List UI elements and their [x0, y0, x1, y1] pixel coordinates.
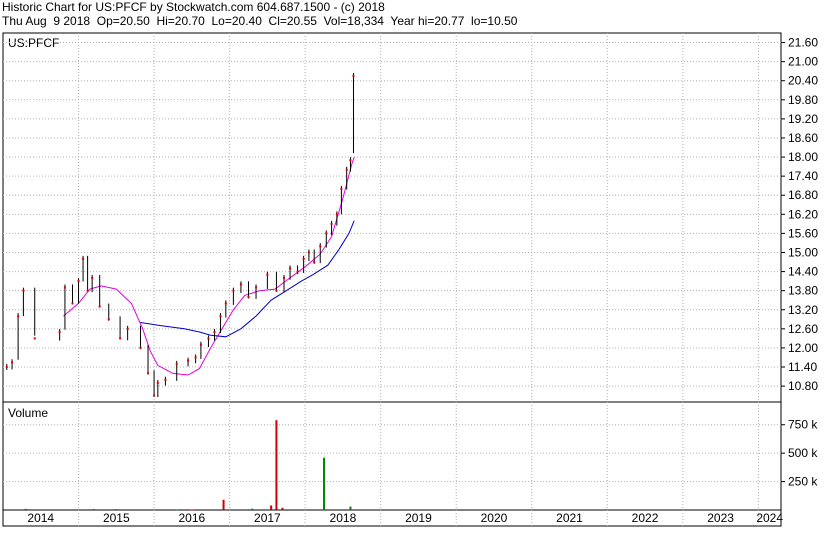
price-close-mark [58, 331, 61, 334]
price-close-mark [345, 168, 348, 171]
volume-bar [251, 508, 254, 510]
y-tick-label: 12.00 [788, 341, 818, 355]
y-tick-label: 16.80 [788, 188, 818, 202]
y-tick-label: 10.80 [788, 379, 818, 393]
volume-bar [175, 509, 178, 511]
price-close-mark [63, 286, 66, 289]
y-tick-label: 19.80 [788, 93, 818, 107]
y-tick-label: 15.00 [788, 245, 818, 259]
volume-panel-frame [2, 401, 782, 511]
volume-bar [275, 420, 278, 510]
y-tick-label: 12.60 [788, 322, 818, 336]
x-tick-label: 2020 [481, 511, 508, 525]
price-close-mark [71, 302, 74, 305]
y-tick-label: 18.00 [788, 150, 818, 164]
stock-chart: US:PFCF Volume 2014 2015 2016 2017 2018 2019 2… [2, 32, 818, 527]
x-tick-label: 2015 [103, 511, 130, 525]
price-close-mark [307, 251, 310, 254]
volume-panel-title: Volume [8, 406, 48, 420]
x-tick-label: 2019 [405, 511, 432, 525]
y-tick-label: 13.80 [788, 284, 818, 298]
price-close-mark [33, 337, 36, 340]
price-close-mark [194, 356, 197, 359]
volume-bar [270, 505, 273, 510]
y-tick-label: 21.60 [788, 36, 818, 50]
volume-bar [92, 509, 95, 511]
price-close-mark [282, 276, 285, 279]
x-tick-label: 2018 [330, 511, 357, 525]
price-close-mark [107, 318, 110, 321]
price-close-mark [340, 187, 343, 190]
y-tick-label: 13.20 [788, 303, 818, 317]
price-close-mark [349, 159, 352, 162]
y-tick-label: 16.20 [788, 207, 818, 221]
price-close-mark [91, 276, 94, 279]
price-close-mark [247, 296, 250, 299]
price-close-mark [17, 315, 20, 318]
x-tick-label: 2022 [632, 511, 659, 525]
moving-average-long-line [140, 220, 355, 338]
price-close-mark [330, 222, 333, 225]
price-close-mark [119, 337, 122, 340]
price-close-mark [175, 362, 178, 365]
price-close-mark [352, 74, 355, 77]
price-close-mark [325, 232, 328, 235]
price-close-mark [239, 283, 242, 286]
x-tick-label: 2017 [254, 511, 281, 525]
price-close-mark [266, 273, 269, 276]
y-tick-label: 20.40 [788, 74, 818, 88]
price-panel-frame [2, 32, 782, 403]
price-close-mark [224, 302, 227, 305]
x-tick-label: 2021 [556, 511, 583, 525]
price-close-mark [232, 289, 235, 292]
y-tick-label: 17.40 [788, 169, 818, 183]
price-close-mark [275, 289, 278, 292]
price-close-mark [22, 289, 25, 292]
y-tick-label: 14.40 [788, 265, 818, 279]
x-tick-label: 2023 [707, 511, 734, 525]
y-tick-label: 15.60 [788, 226, 818, 240]
price-close-mark [139, 346, 142, 349]
price-close-mark [302, 257, 305, 260]
y-tick-label: 19.20 [788, 112, 818, 126]
price-close-mark [11, 361, 14, 364]
price-close-mark [319, 245, 322, 248]
price-close-mark [296, 270, 299, 273]
volume-bar [323, 457, 326, 510]
volume-tick-label: 500 k [788, 446, 818, 460]
price-close-mark [289, 267, 292, 270]
y-tick-label: 11.40 [788, 360, 817, 374]
volume-bar [115, 509, 118, 511]
y-tick-label: 21.00 [788, 55, 818, 69]
price-close-mark [199, 343, 202, 346]
price-close-mark [82, 257, 85, 260]
price-close-mark [126, 327, 129, 330]
price-close-mark [86, 289, 89, 292]
price-close-mark [313, 261, 316, 264]
volume-bar [222, 499, 225, 510]
y-tick-label: 18.60 [788, 131, 818, 145]
price-close-mark [98, 305, 101, 308]
price-close-mark [187, 359, 190, 362]
volume-bar [281, 507, 284, 510]
x-tick-label: 2016 [178, 511, 205, 525]
volume-bar [349, 506, 352, 510]
price-close-mark [147, 372, 150, 375]
price-close-mark [255, 286, 258, 289]
volume-tick-label: 750 k [788, 418, 818, 432]
price-close-mark [335, 213, 338, 216]
price-close-mark [77, 280, 80, 283]
price-close-mark [207, 337, 210, 340]
x-tick-label: 2014 [27, 511, 54, 525]
price-close-mark [156, 381, 159, 384]
price-close-mark [164, 378, 167, 381]
volume-bar [24, 508, 27, 510]
price-close-mark [219, 315, 222, 318]
x-tick-label: 2024 [756, 511, 783, 525]
price-close-mark [213, 331, 216, 334]
volume-tick-label: 250 k [788, 475, 818, 489]
price-close-mark [5, 366, 8, 369]
price-close-mark [153, 394, 156, 397]
